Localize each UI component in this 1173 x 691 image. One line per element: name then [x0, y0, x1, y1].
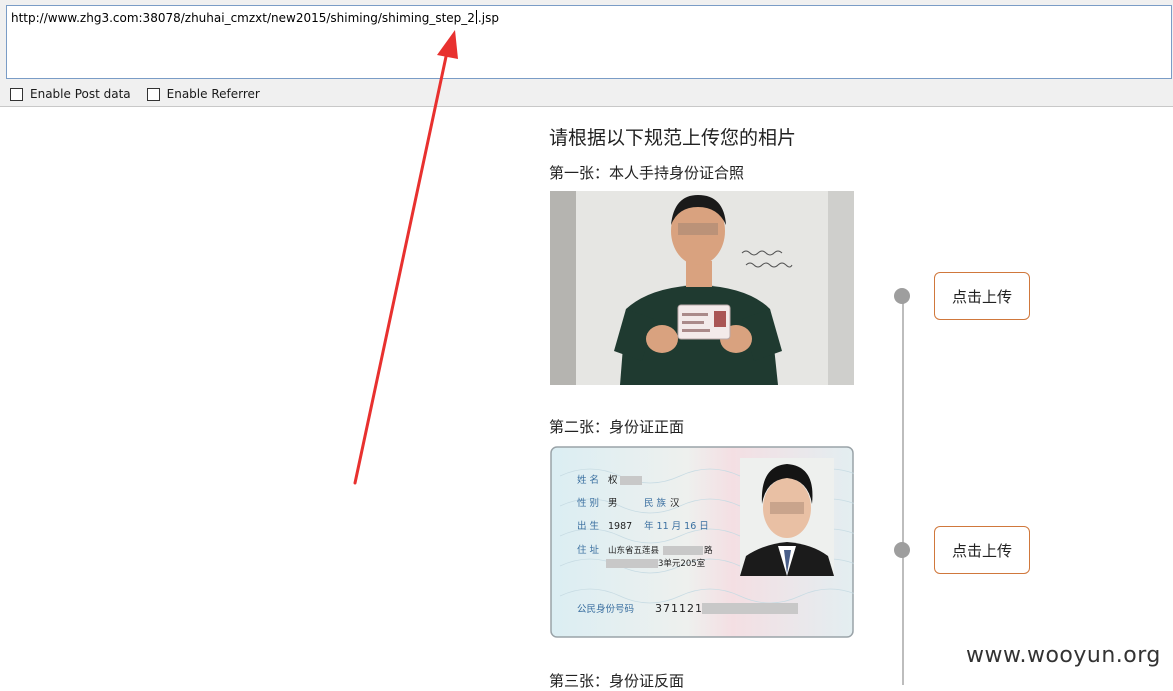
url-input[interactable]: http://www.zhg3.com:38078/zhuhai_cmzxt/n… [6, 5, 1172, 79]
timeline-dot-1 [894, 288, 910, 304]
enable-referrer-checkbox[interactable] [146, 87, 160, 101]
id-card-front-photo: 姓 名 权 性 别 男 民 族 汉 出 生 1987 年 11 月 16 日 住… [550, 446, 854, 639]
card-address-label: 住 址 [577, 544, 600, 556]
card-id-number-label: 公民身份号码 [577, 603, 634, 615]
url-text-after-caret: .jsp [477, 11, 499, 25]
request-options: Enable Post data Enable Referrer [10, 85, 276, 103]
card-birth-rest: 年 11 月 16 日 [644, 520, 709, 532]
handheld-id-photo-illustration [550, 191, 854, 385]
upload-button-1[interactable]: 点击上传 [934, 272, 1030, 320]
card-address-line2: 3单元205室 [658, 558, 706, 569]
enable-referrer-label: Enable Referrer [166, 87, 260, 101]
card-gender-value: 男 [608, 498, 618, 509]
enable-post-data-label: Enable Post data [30, 87, 131, 101]
url-panel: http://www.zhg3.com:38078/zhuhai_cmzxt/n… [0, 0, 1173, 107]
text-caret [475, 10, 477, 24]
card-gender-label: 性 别 [577, 497, 599, 509]
watermark: www.wooyun.org [966, 643, 1161, 668]
enable-post-data-checkbox[interactable] [10, 87, 23, 101]
card-ethnicity-value: 汉 [670, 498, 680, 509]
card-address-end: 路 [704, 545, 713, 556]
timeline-line [902, 296, 904, 685]
card-address-start: 山东省五莲县 [608, 545, 660, 556]
enable-post-data-option[interactable]: Enable Post data [10, 87, 131, 101]
card-birth-year: 1987 [608, 521, 632, 532]
card-ethnicity-label: 民 族 [644, 497, 667, 509]
card-birth-label: 出 生 [577, 520, 600, 532]
card-portrait [740, 458, 834, 576]
timeline-dot-2 [894, 542, 910, 558]
card-name-value: 权 [608, 474, 618, 486]
page-heading: 请根据以下规范上传您的相片 [549, 127, 797, 149]
card-name-label: 姓 名 [577, 474, 599, 486]
step-3-title: 第三张：身份证反面 [549, 672, 685, 690]
enable-referrer-option[interactable]: Enable Referrer [146, 87, 260, 101]
step-1-title: 第一张：本人手持身份证合照 [549, 164, 745, 182]
url-text: http://www.zhg3.com:38078/zhuhai_cmzxt/n… [11, 10, 499, 25]
step-2-title: 第二张：身份证正面 [549, 418, 685, 436]
url-text-before-caret: http://www.zhg3.com:38078/zhuhai_cmzxt/n… [11, 11, 475, 25]
upload-button-2[interactable]: 点击上传 [934, 526, 1030, 574]
card-id-number-prefix: 371121 [655, 602, 703, 615]
id-card-front-illustration: 姓 名 权 性 别 男 民 族 汉 出 生 1987 年 11 月 16 日 住… [550, 446, 854, 638]
handheld-id-photo [550, 191, 854, 385]
